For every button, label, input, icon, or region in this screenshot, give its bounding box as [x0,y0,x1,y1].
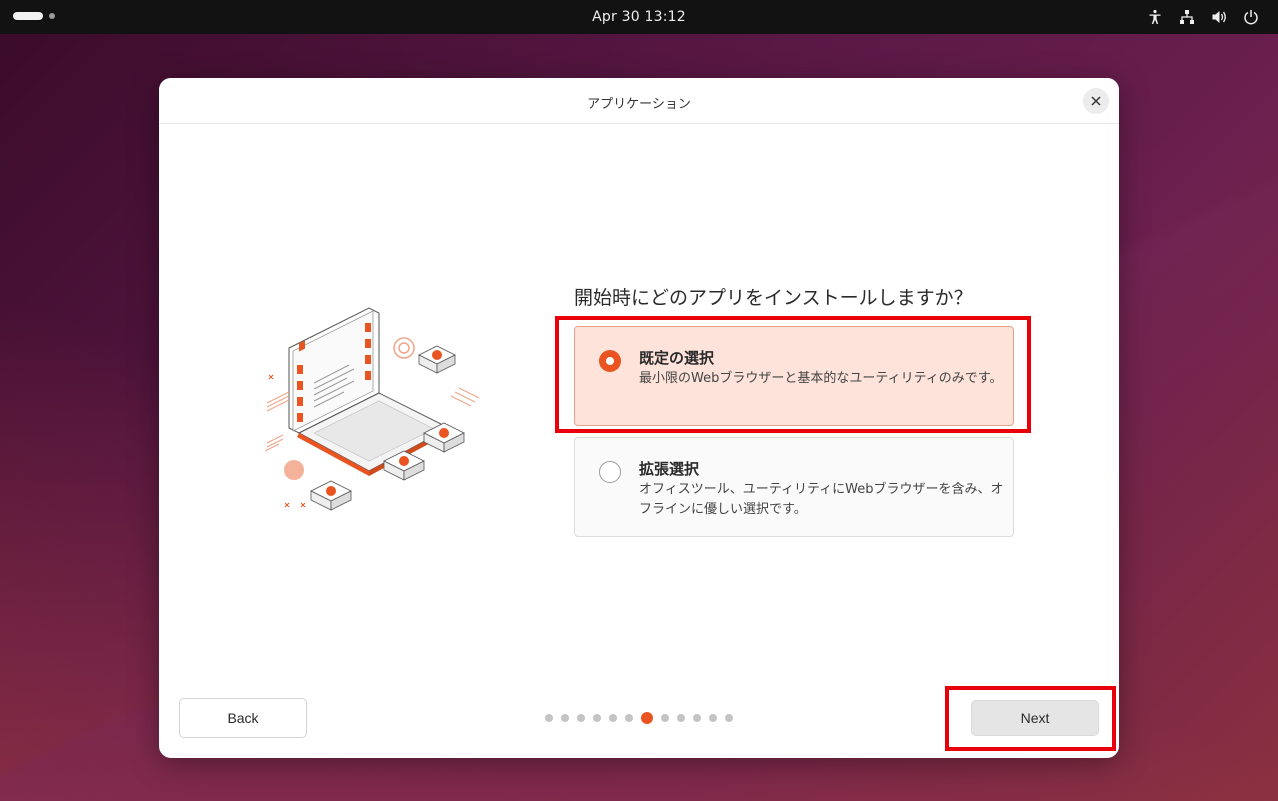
option-description: 最小限のWebブラウザーと基本的なユーティリティのみです。 [639,371,1003,386]
page-dot [625,714,633,722]
clock[interactable]: Apr 30 13:12 [0,9,1278,25]
power-icon[interactable] [1242,8,1260,26]
network-icon[interactable] [1178,8,1196,26]
option-extended-selection[interactable]: 拡張選択 オフィスツール、ユーティリティにWebブラウザーを含み、オフラインに優… [574,437,1014,537]
option-description: オフィスツール、ユーティリティにWebブラウザーを含み、オフラインに優しい選択で… [639,482,1004,517]
close-icon [1091,96,1101,106]
radio-button-selected[interactable] [599,350,621,372]
dialog-titlebar: アプリケーション [159,78,1119,124]
option-title: 既定の選択 [639,349,715,367]
volume-icon[interactable] [1210,8,1228,26]
page-dot [661,714,669,722]
laptop-apps-illustration [259,303,489,518]
page-dot [693,714,701,722]
page-dot [609,714,617,722]
option-title: 拡張選択 [639,460,700,478]
page-dot [577,714,585,722]
page-dot [593,714,601,722]
system-status-area[interactable] [1146,8,1260,26]
radio-button[interactable] [599,461,621,483]
back-button[interactable]: Back [179,698,307,738]
close-button[interactable] [1083,88,1109,114]
next-button[interactable]: Next [971,700,1099,736]
accessibility-icon[interactable] [1146,8,1164,26]
page-dot [561,714,569,722]
dialog-title: アプリケーション [587,97,691,112]
installer-dialog: アプリケーション 開始時にどのアプリをインストールしますか？ 既定の選択 最小限… [159,78,1119,758]
page-dot [545,714,553,722]
page-indicator [545,712,733,724]
option-default-selection[interactable]: 既定の選択 最小限のWebブラウザーと基本的なユーティリティのみです。 [574,326,1014,426]
page-dot [677,714,685,722]
question-heading: 開始時にどのアプリをインストールしますか？ [574,287,973,309]
page-dot [709,714,717,722]
page-dot [725,714,733,722]
page-dot-current [641,712,653,724]
top-bar: Apr 30 13:12 [0,0,1278,34]
